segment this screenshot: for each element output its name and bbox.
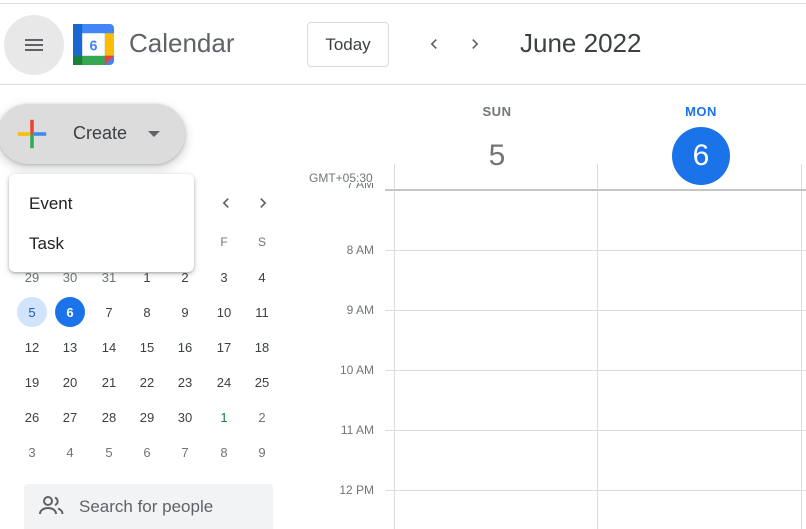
mini-calendar-day[interactable]: 19 (17, 367, 47, 397)
mini-calendar-week-row: 3456789 (13, 435, 281, 470)
time-label: 9 AM (346, 303, 374, 317)
time-slot[interactable] (395, 191, 597, 250)
time-slot[interactable] (395, 310, 597, 370)
create-label: Create (73, 123, 128, 143)
chevron-right-icon (472, 39, 479, 49)
mini-calendar-day[interactable]: 23 (170, 367, 200, 397)
weekday-header: F (220, 235, 228, 249)
caret-down-icon (148, 131, 160, 137)
next-period-button[interactable] (457, 26, 493, 62)
mini-calendar-day[interactable]: 8 (209, 437, 239, 467)
mini-calendar-day[interactable]: 6 (132, 437, 162, 467)
time-label: 12 PM (339, 483, 374, 497)
mini-calendar-day[interactable]: 20 (55, 367, 85, 397)
time-slot[interactable] (598, 430, 801, 490)
mini-calendar-day[interactable]: 5 (94, 437, 124, 467)
chevron-right-icon (260, 198, 267, 208)
logo-day: 6 (90, 39, 98, 55)
time-label: 11 AM (340, 423, 374, 437)
mini-calendar-day[interactable]: 6 (55, 297, 85, 327)
mini-calendar-day[interactable]: 5 (17, 297, 47, 327)
mini-calendar-day[interactable]: 11 (247, 297, 277, 327)
day-of-week-label: MON (685, 104, 717, 119)
search-people-input[interactable]: Search for people (24, 484, 273, 529)
mini-calendar-day[interactable]: 24 (209, 367, 239, 397)
mini-calendar-day[interactable]: 3 (17, 437, 47, 467)
mini-calendar-day[interactable]: 1 (209, 402, 239, 432)
menu-item-task[interactable]: Task (9, 224, 194, 264)
mini-calendar-day[interactable]: 16 (170, 332, 200, 362)
app-title: Calendar (129, 28, 235, 58)
grid-column-divider (801, 164, 802, 529)
mini-calendar-day[interactable]: 8 (132, 297, 162, 327)
mini-calendar-previous-month-button[interactable] (212, 189, 240, 217)
mini-calendar-day[interactable]: 21 (94, 367, 124, 397)
chevron-left-icon (430, 39, 437, 49)
main-menu-button[interactable] (4, 15, 64, 75)
mini-calendar-next-month-button[interactable] (249, 189, 277, 217)
current-month-title: June 2022 (520, 28, 642, 58)
time-slot[interactable] (395, 430, 597, 490)
mini-calendar-week-row: 5 6 7 8 9 10 11 (13, 295, 281, 330)
search-people-placeholder: Search for people (79, 497, 214, 516)
mini-calendar-week-row: 12 13 14 15 16 17 18 (13, 330, 281, 365)
plus-icon (17, 119, 47, 149)
time-slot[interactable] (598, 370, 801, 430)
hamburger-menu-icon (25, 39, 43, 51)
mini-calendar-week-row: 26 27 28 29 30 1 2 (13, 400, 281, 435)
time-slot[interactable] (598, 191, 801, 250)
mini-calendar-day[interactable]: 18 (247, 332, 277, 362)
mini-calendar-week-row: 19 20 21 22 23 24 25 (13, 365, 281, 400)
mini-calendar-day[interactable]: 30 (170, 402, 200, 432)
create-button[interactable]: Create (0, 104, 185, 164)
day-number-button[interactable]: 5 (468, 127, 526, 185)
mini-calendar-weeks: 29 30 31 1 2 3 4 5 6 7 8 9 10 11 12 13 14 15 16 17 18 19 20 21 2… (13, 260, 281, 470)
app-header: 6 Calendar Today June 2022 (0, 4, 806, 85)
today-button[interactable]: Today (307, 22, 389, 67)
calendar-logo-icon[interactable]: 6 (73, 24, 114, 65)
people-icon (39, 496, 64, 515)
day-header-mon: MON 6 (641, 104, 761, 185)
mini-calendar-day[interactable]: 25 (247, 367, 277, 397)
chevron-left-icon (222, 198, 229, 208)
time-slot[interactable] (598, 490, 801, 529)
mini-calendar-day[interactable]: 2 (247, 402, 277, 432)
mini-calendar-day[interactable]: 22 (132, 367, 162, 397)
day-header-sun: SUN 5 (437, 104, 557, 185)
time-label-partial: 7 AM (346, 183, 374, 191)
mini-calendar-day[interactable]: 4 (55, 437, 85, 467)
day-of-week-label: SUN (482, 104, 512, 119)
previous-period-button[interactable] (416, 26, 452, 62)
mini-calendar-day[interactable]: 13 (55, 332, 85, 362)
mini-calendar-day[interactable]: 14 (94, 332, 124, 362)
mini-calendar-day[interactable]: 7 (94, 297, 124, 327)
mini-calendar-day[interactable]: 26 (17, 402, 47, 432)
create-menu-popup: Event Task (9, 174, 194, 272)
mini-calendar-day[interactable]: 7 (170, 437, 200, 467)
time-label: 8 AM (346, 243, 374, 257)
mini-calendar-day[interactable]: 12 (17, 332, 47, 362)
time-slot[interactable] (395, 490, 597, 529)
mini-calendar-day[interactable]: 10 (209, 297, 239, 327)
time-label: 10 AM (339, 363, 374, 377)
weekday-header: S (257, 235, 266, 249)
mini-calendar-day[interactable]: 9 (247, 437, 277, 467)
mini-calendar-day[interactable]: 29 (132, 402, 162, 432)
mini-calendar-day[interactable]: 3 (209, 262, 239, 292)
time-slot[interactable] (395, 250, 597, 310)
menu-item-event[interactable]: Event (9, 184, 194, 224)
mini-calendar-day[interactable]: 17 (209, 332, 239, 362)
mini-calendar-day[interactable]: 15 (132, 332, 162, 362)
mini-calendar-day[interactable]: 27 (55, 402, 85, 432)
mini-calendar-day[interactable]: 9 (170, 297, 200, 327)
day-number-button[interactable]: 6 (672, 127, 730, 185)
time-slot[interactable] (598, 250, 801, 310)
mini-calendar-day[interactable]: 4 (247, 262, 277, 292)
time-slot[interactable] (395, 370, 597, 430)
mini-calendar-day[interactable]: 28 (94, 402, 124, 432)
time-slot[interactable] (598, 310, 801, 370)
